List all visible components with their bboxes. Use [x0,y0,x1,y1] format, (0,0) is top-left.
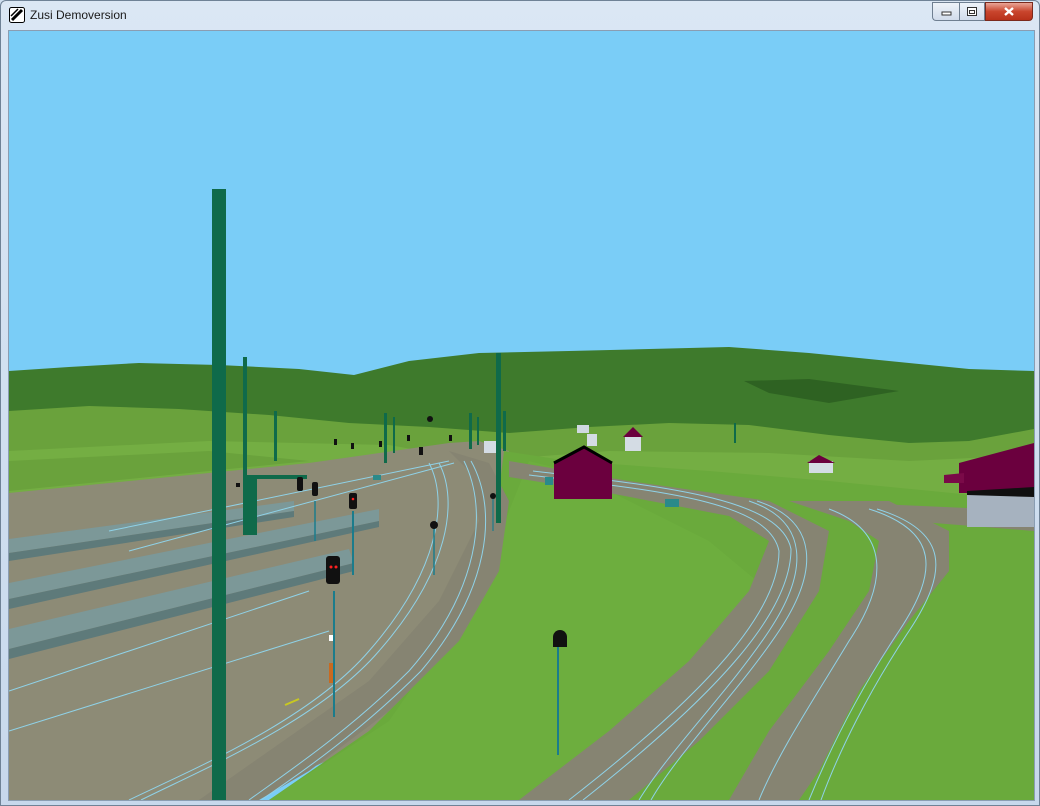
app-window: Zusi Demoversion [0,0,1040,806]
railway-3d-viewport [9,31,1034,800]
signal-gantry-post [247,475,257,535]
mast-3 [496,353,501,523]
simulation-viewport[interactable] [8,30,1035,801]
title-bar[interactable]: Zusi Demoversion [1,1,1039,30]
mast-2 [243,357,247,535]
window-title: Zusi Demoversion [30,8,127,22]
small-hut-2 [545,477,553,485]
small-hut [665,499,679,507]
minimize-icon [941,11,951,16]
maximize-button[interactable] [959,2,985,21]
zusi-app-icon [9,7,25,23]
maximize-icon [967,7,977,16]
minimize-button[interactable] [932,2,959,21]
close-icon [1004,7,1014,16]
close-button[interactable] [985,2,1033,21]
mast-foreground [212,189,226,800]
